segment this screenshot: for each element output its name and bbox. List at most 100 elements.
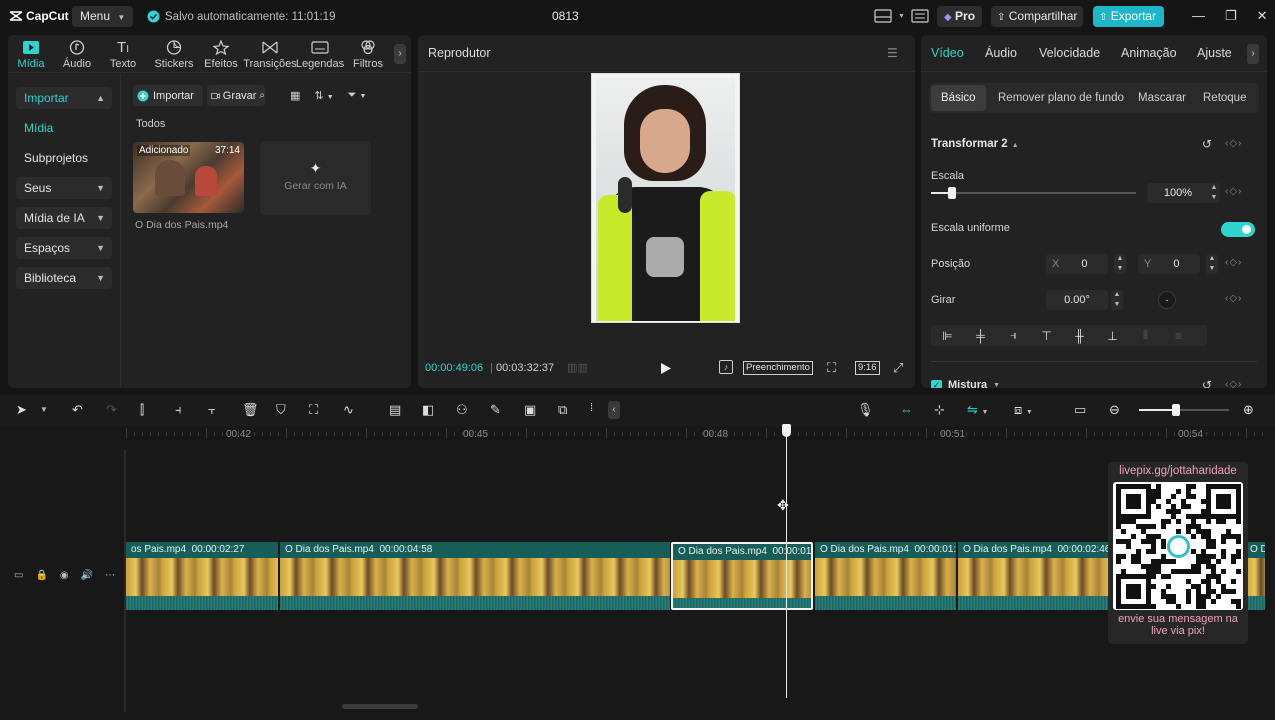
sidebar-item-subprojects[interactable]: Subprojetos (16, 147, 112, 169)
chevron-down-icon[interactable]: ▼ (40, 402, 58, 418)
filter-icon[interactable]: ⏷ ▼ (348, 89, 367, 102)
tab-audio[interactable]: Áudio (54, 40, 100, 72)
media-replace-icon[interactable]: ⧉ (558, 402, 576, 418)
tab-effects[interactable]: Efeitos (196, 40, 246, 72)
position-y-stepper[interactable]: ▲ ▼ (1206, 254, 1218, 274)
close-icon[interactable]: ✕ (1257, 8, 1268, 24)
align-left-icon[interactable]: ⊫ (931, 329, 964, 343)
pro-button[interactable]: ◆ Pro (937, 6, 983, 27)
project-name[interactable]: 0813 (552, 9, 579, 23)
person-cutout-icon[interactable]: ⚇ (456, 402, 474, 418)
checkbox-icon[interactable]: ✓ (931, 379, 942, 388)
align-center-v-icon[interactable]: ╫ (1063, 329, 1096, 343)
timeline-clip[interactable]: O Dia dos Pais.mp4 00:00:01:5 (815, 542, 956, 610)
split-left-icon[interactable]: ⫞ (175, 402, 193, 418)
sidebar-item-spaces[interactable]: Espaços ▼ (16, 237, 112, 259)
tiktok-icon[interactable]: ♪ (719, 360, 733, 374)
fill-mode-button[interactable]: Preenchimento (743, 361, 813, 375)
subtitle-icon[interactable]: ▣ (524, 402, 542, 418)
position-x-stepper[interactable]: ▲ ▼ (1114, 254, 1126, 274)
microphone-icon[interactable]: 🎙 (857, 402, 875, 418)
position-x-field[interactable]: X0 (1046, 254, 1108, 274)
volume-icon[interactable]: 🔊 (81, 570, 93, 581)
tab-media[interactable]: Mídia (8, 40, 54, 72)
maximize-icon[interactable]: ❐ (1225, 8, 1237, 24)
zoom-slider-handle[interactable] (1172, 404, 1180, 416)
shield-icon[interactable]: ⛉ (276, 402, 294, 418)
export-button[interactable]: ⇧ Exportar (1093, 6, 1164, 27)
thumbnail-toggle-icon[interactable]: ▭ (1074, 402, 1092, 418)
tabs-scroll-right-icon[interactable]: › (1247, 44, 1259, 64)
keyframe-icon[interactable]: ‹◇› (1225, 293, 1242, 304)
sidebar-item-yours[interactable]: Seus ▼ (16, 177, 112, 199)
align-right-icon[interactable]: ⫣ (997, 328, 1030, 343)
grid-view-icon[interactable]: ▦ (290, 89, 300, 102)
tab-text[interactable]: TI Texto (100, 40, 146, 72)
timeline-clip-selected[interactable]: O Dia dos Pais.mp4 00:00:01: (671, 542, 813, 610)
position-y-field[interactable]: Y0 (1138, 254, 1200, 274)
delete-icon[interactable]: 🗑 (242, 402, 260, 418)
more-tools-icon[interactable]: ⁞ (590, 402, 608, 418)
zoom-slider-track[interactable] (1139, 404, 1229, 416)
minimize-icon[interactable]: — (1192, 8, 1205, 24)
fullscreen-icon[interactable]: ⤢ (893, 360, 903, 376)
timeline-clip[interactable]: O Dia dos Pais.mp4 (1245, 542, 1265, 610)
tab-speed[interactable]: Velocidade (1039, 46, 1100, 60)
sidebar-item-ai-media[interactable]: Mídia de IA ▼ (16, 207, 112, 229)
import-button[interactable]: Importar (133, 85, 203, 106)
keyframe-icon[interactable]: ‹◇› (1225, 379, 1242, 388)
screenshot-icon[interactable]: ⛶ (827, 360, 836, 376)
magnet-link-icon[interactable]: ⇔ (900, 402, 918, 418)
tab-video[interactable]: Vídeo (931, 46, 964, 60)
tab-audio-props[interactable]: Áudio (985, 46, 1017, 60)
lock-icon[interactable]: 🔒 (35, 570, 47, 581)
tab-stickers[interactable]: Stickers (146, 40, 202, 72)
sort-icon[interactable]: ⇅ ▼ (314, 89, 333, 102)
uniform-scale-toggle[interactable] (1221, 222, 1255, 237)
subtab-remove-background[interactable]: Remover plano de fundo (988, 85, 1134, 111)
link-clips-icon[interactable]: ⇋ ▼ (967, 402, 1001, 418)
tab-captions[interactable]: Legendas (294, 40, 346, 72)
timeline-scrollbar[interactable] (342, 704, 418, 709)
tabs-scroll-right-icon[interactable]: › (394, 44, 406, 64)
add-text-icon[interactable]: ▤ (389, 402, 407, 418)
split-right-icon[interactable]: ⫟ (208, 402, 226, 418)
keyframe-icon[interactable]: ‹◇› (1225, 186, 1242, 197)
preview-axis-icon[interactable]: ⧈ ▼ (1014, 402, 1048, 418)
subtab-retouch[interactable]: Retoque (1193, 85, 1256, 111)
undo-icon[interactable]: ↶ (72, 402, 90, 418)
chevron-down-icon[interactable]: ▼ (898, 13, 905, 20)
mirror-icon[interactable]: ◧ (422, 402, 440, 418)
split-icon[interactable]: ⫿ (140, 402, 158, 418)
keyboard-icon[interactable] (911, 9, 929, 23)
scale-slider-track[interactable] (931, 187, 1136, 199)
redo-icon[interactable]: ↷ (106, 402, 124, 418)
layout-icon[interactable] (874, 9, 892, 23)
search-icon[interactable]: ⌕ (259, 90, 265, 101)
play-icon[interactable] (660, 362, 672, 375)
sidebar-item-import[interactable]: Importar ▲ (16, 87, 112, 109)
blend-section[interactable]: ✓ Mistura ▼ (931, 379, 1000, 388)
magic-wand-icon[interactable]: ✎ (490, 402, 508, 418)
rotate-dial-icon[interactable]: - (1158, 291, 1176, 309)
align-bottom-icon[interactable]: ⊥ (1096, 329, 1129, 343)
scale-value-field[interactable]: 100% (1147, 183, 1209, 203)
tab-filters[interactable]: Filtros (344, 40, 392, 72)
timeline-bars-icon[interactable]: ▥▥ (567, 361, 588, 374)
sidebar-item-media[interactable]: Mídia (16, 117, 112, 139)
zoom-in-icon[interactable]: ⊕ (1243, 402, 1261, 418)
more-icon[interactable]: ⋯ (105, 570, 115, 581)
video-preview[interactable] (591, 73, 740, 323)
align-center-h-icon[interactable]: ╪ (964, 329, 997, 343)
snap-icon[interactable]: ⊹ (934, 402, 952, 418)
record-button[interactable]: Gravar ⌕ (207, 85, 265, 106)
subtab-basic[interactable]: Básico (931, 85, 986, 111)
distribute-v-icon[interactable]: ≡ (1162, 329, 1195, 343)
crop-icon[interactable]: ⛶ (309, 402, 327, 418)
reset-icon[interactable]: ↺ (1202, 378, 1212, 388)
eye-icon[interactable]: ◉ (60, 570, 69, 581)
playhead-line[interactable] (786, 436, 787, 698)
reset-icon[interactable]: ↺ (1202, 137, 1212, 151)
toolbar-collapse-icon[interactable]: ‹ (608, 401, 620, 419)
tab-adjust[interactable]: Ajuste (1197, 46, 1232, 60)
